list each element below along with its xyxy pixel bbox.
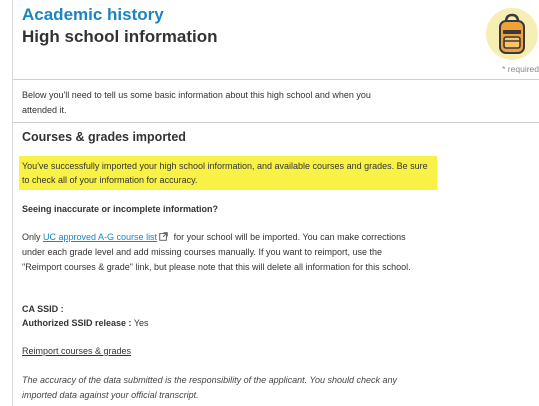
courses-section-title: Courses & grades imported [22, 130, 186, 144]
ssid-release-row: Authorized SSID release : Yes [22, 318, 149, 328]
backpack-icon [499, 13, 525, 54]
page-title: High school information [22, 27, 218, 46]
inaccurate-info-question: Seeing inaccurate or incomplete informat… [22, 204, 219, 214]
instructions-prefix: Only [22, 232, 44, 242]
success-message: You've successfully imported your high s… [22, 161, 428, 185]
ssid-release-label: Authorized SSID release : [22, 318, 132, 328]
import-instructions: Only UC approved A-G course list for you… [22, 230, 412, 275]
high-school-info-panel: Academic history High school information… [12, 0, 539, 406]
divider [13, 79, 539, 80]
section-label: Academic history [22, 5, 164, 24]
external-link-icon[interactable] [159, 232, 168, 241]
divider [13, 122, 539, 123]
accuracy-disclaimer: The accuracy of the data submitted is th… [22, 375, 398, 400]
ssid-release-value: Yes [131, 318, 149, 328]
backpack-badge [486, 8, 538, 60]
reimport-courses-link[interactable]: Reimport courses & grades [22, 346, 131, 356]
ag-course-list-link[interactable]: UC approved A-G course list [43, 232, 157, 242]
intro-text: Below you'll need to tell us some basic … [22, 90, 371, 115]
required-note: * required [502, 64, 539, 74]
ca-ssid-label: CA SSID : [22, 304, 64, 314]
